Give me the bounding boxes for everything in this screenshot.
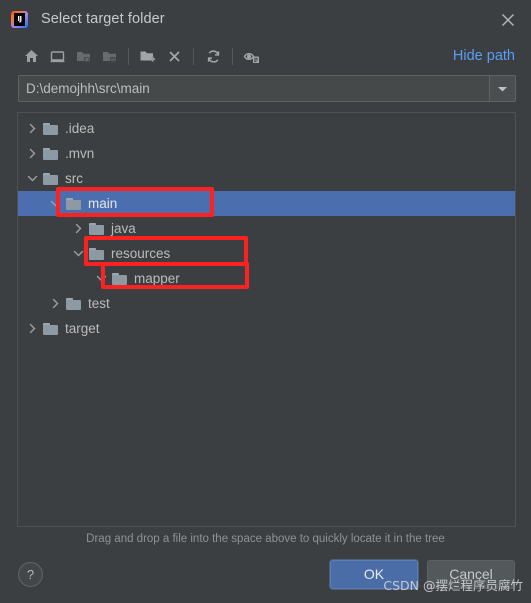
- chevron-right-icon[interactable]: [24, 146, 40, 162]
- show-hidden-files-icon[interactable]: [239, 44, 265, 68]
- select-target-folder-dialog: Select target folder: [0, 0, 531, 603]
- close-x-icon[interactable]: [161, 44, 187, 68]
- expand-folder-icon[interactable]: [70, 44, 96, 68]
- tree-item-label: .mvn: [65, 145, 95, 161]
- ok-button[interactable]: OK: [330, 559, 418, 589]
- tree-item-label: resources: [111, 245, 171, 261]
- tree-row[interactable]: test: [18, 291, 515, 316]
- title-bar: Select target folder: [0, 0, 531, 38]
- path-input[interactable]: D:\demojhh\src\main: [19, 76, 489, 101]
- cancel-button[interactable]: Cancel: [427, 559, 515, 589]
- chevron-right-icon[interactable]: [70, 221, 86, 237]
- tree-row[interactable]: .idea: [18, 116, 515, 141]
- help-question-icon[interactable]: ?: [18, 561, 43, 587]
- toolbar-separator-1: [128, 47, 129, 65]
- folder-icon: [43, 172, 59, 186]
- tree-item-label: .idea: [65, 120, 95, 136]
- tree-row[interactable]: src: [18, 166, 515, 191]
- tree-row[interactable]: .mvn: [18, 141, 515, 166]
- toolbar-separator-2: [193, 47, 194, 65]
- chevron-right-icon[interactable]: [47, 296, 63, 312]
- dialog-title: Select target folder: [41, 11, 165, 27]
- tree-row[interactable]: resources: [18, 241, 515, 266]
- chevron-down-icon[interactable]: [24, 171, 40, 187]
- chevron-right-icon[interactable]: [24, 321, 40, 337]
- tree-item-label: target: [65, 320, 100, 336]
- drag-drop-hint: Drag and drop a file into the space abov…: [86, 533, 445, 545]
- collapse-folder-icon[interactable]: [96, 44, 122, 68]
- refresh-icon[interactable]: [200, 44, 226, 68]
- folder-icon: [43, 322, 59, 336]
- dialog-buttons: ? OK Cancel: [0, 545, 531, 603]
- tree-row[interactable]: target: [18, 316, 515, 341]
- folder-icon: [112, 272, 128, 286]
- folder-icon: [43, 122, 59, 136]
- folder-tree-panel[interactable]: .idea .mvn src main java resources mapper test t…: [17, 112, 516, 527]
- folder-icon: [43, 147, 59, 161]
- chevron-down-icon[interactable]: [70, 246, 86, 262]
- tree-item-label: mapper: [134, 270, 180, 286]
- tree-item-label: java: [111, 220, 136, 236]
- tree-item-label: main: [88, 195, 118, 211]
- folder-tree[interactable]: .idea .mvn src main java resources mapper test t…: [18, 113, 515, 341]
- home-icon[interactable]: [18, 44, 44, 68]
- tree-row[interactable]: java: [18, 216, 515, 241]
- intellij-idea-logo: [11, 10, 28, 28]
- toolbar: Hide path: [0, 38, 531, 74]
- path-field[interactable]: D:\demojhh\src\main: [18, 75, 516, 102]
- folder-icon: [89, 222, 105, 236]
- toolbar-separator-3: [232, 47, 233, 65]
- chevron-right-icon[interactable]: [24, 121, 40, 137]
- folder-icon: [66, 297, 82, 311]
- hide-path-link[interactable]: Hide path: [453, 48, 517, 64]
- close-icon[interactable]: [498, 10, 518, 30]
- folder-icon: [66, 197, 82, 211]
- new-folder-icon[interactable]: [135, 44, 161, 68]
- tree-item-label: src: [65, 170, 83, 186]
- desktop-icon[interactable]: [44, 44, 70, 68]
- path-row: D:\demojhh\src\main: [0, 75, 531, 102]
- tree-item-label: test: [88, 295, 110, 311]
- chevron-down-icon[interactable]: [47, 196, 63, 212]
- folder-icon: [89, 247, 105, 261]
- chevron-down-icon[interactable]: [93, 271, 109, 287]
- chevron-down-icon[interactable]: [489, 76, 515, 101]
- tree-row[interactable]: main: [18, 191, 515, 216]
- tree-row[interactable]: mapper: [18, 266, 515, 291]
